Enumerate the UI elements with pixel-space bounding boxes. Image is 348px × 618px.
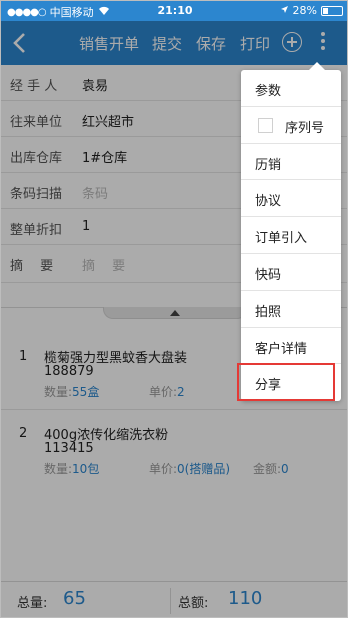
menu-item-label: 订单引入 [255, 231, 308, 247]
menu-item-serial[interactable]: 序列号 [241, 107, 341, 144]
menu-item-photo[interactable]: 拍照 [241, 291, 341, 328]
menu-item-label: 序列号 [285, 120, 325, 136]
battery-percent: 28% [292, 4, 317, 17]
menu-item-label: 客户详情 [255, 341, 308, 357]
app-frame: ●●●●○ 中国移动 21:10 28% 销售开单 提交 保存 打印 经 手 人 [0, 0, 348, 618]
menu-item-agreement[interactable]: 协议 [241, 180, 341, 218]
menu-item-params[interactable]: 参数 [241, 70, 341, 107]
menu-item-label: 拍照 [255, 304, 282, 320]
battery-fill [323, 7, 328, 14]
menu-item-import-order[interactable]: 订单引入 [241, 217, 341, 254]
menu-item-history[interactable]: 历销 [241, 144, 341, 181]
share-highlight-box [237, 363, 335, 401]
menu-item-label: 参数 [255, 84, 282, 99]
status-bar: ●●●●○ 中国移动 21:10 28% [1, 1, 347, 21]
battery-icon [321, 5, 343, 16]
menu-item-quick-code[interactable]: 快码 [241, 254, 341, 291]
checkbox[interactable] [258, 117, 273, 133]
status-right: 28% [280, 4, 343, 17]
more-menu: 参数 序列号 历销 协议 订单引入 快码 拍照 客户详情 分享 [241, 61, 341, 402]
location-icon [280, 4, 289, 17]
menu-item-customer-details[interactable]: 客户详情 [241, 328, 341, 365]
menu-item-label: 协议 [255, 194, 282, 210]
menu-item-label: 历销 [255, 157, 282, 173]
menu-item-label: 快码 [255, 267, 282, 283]
